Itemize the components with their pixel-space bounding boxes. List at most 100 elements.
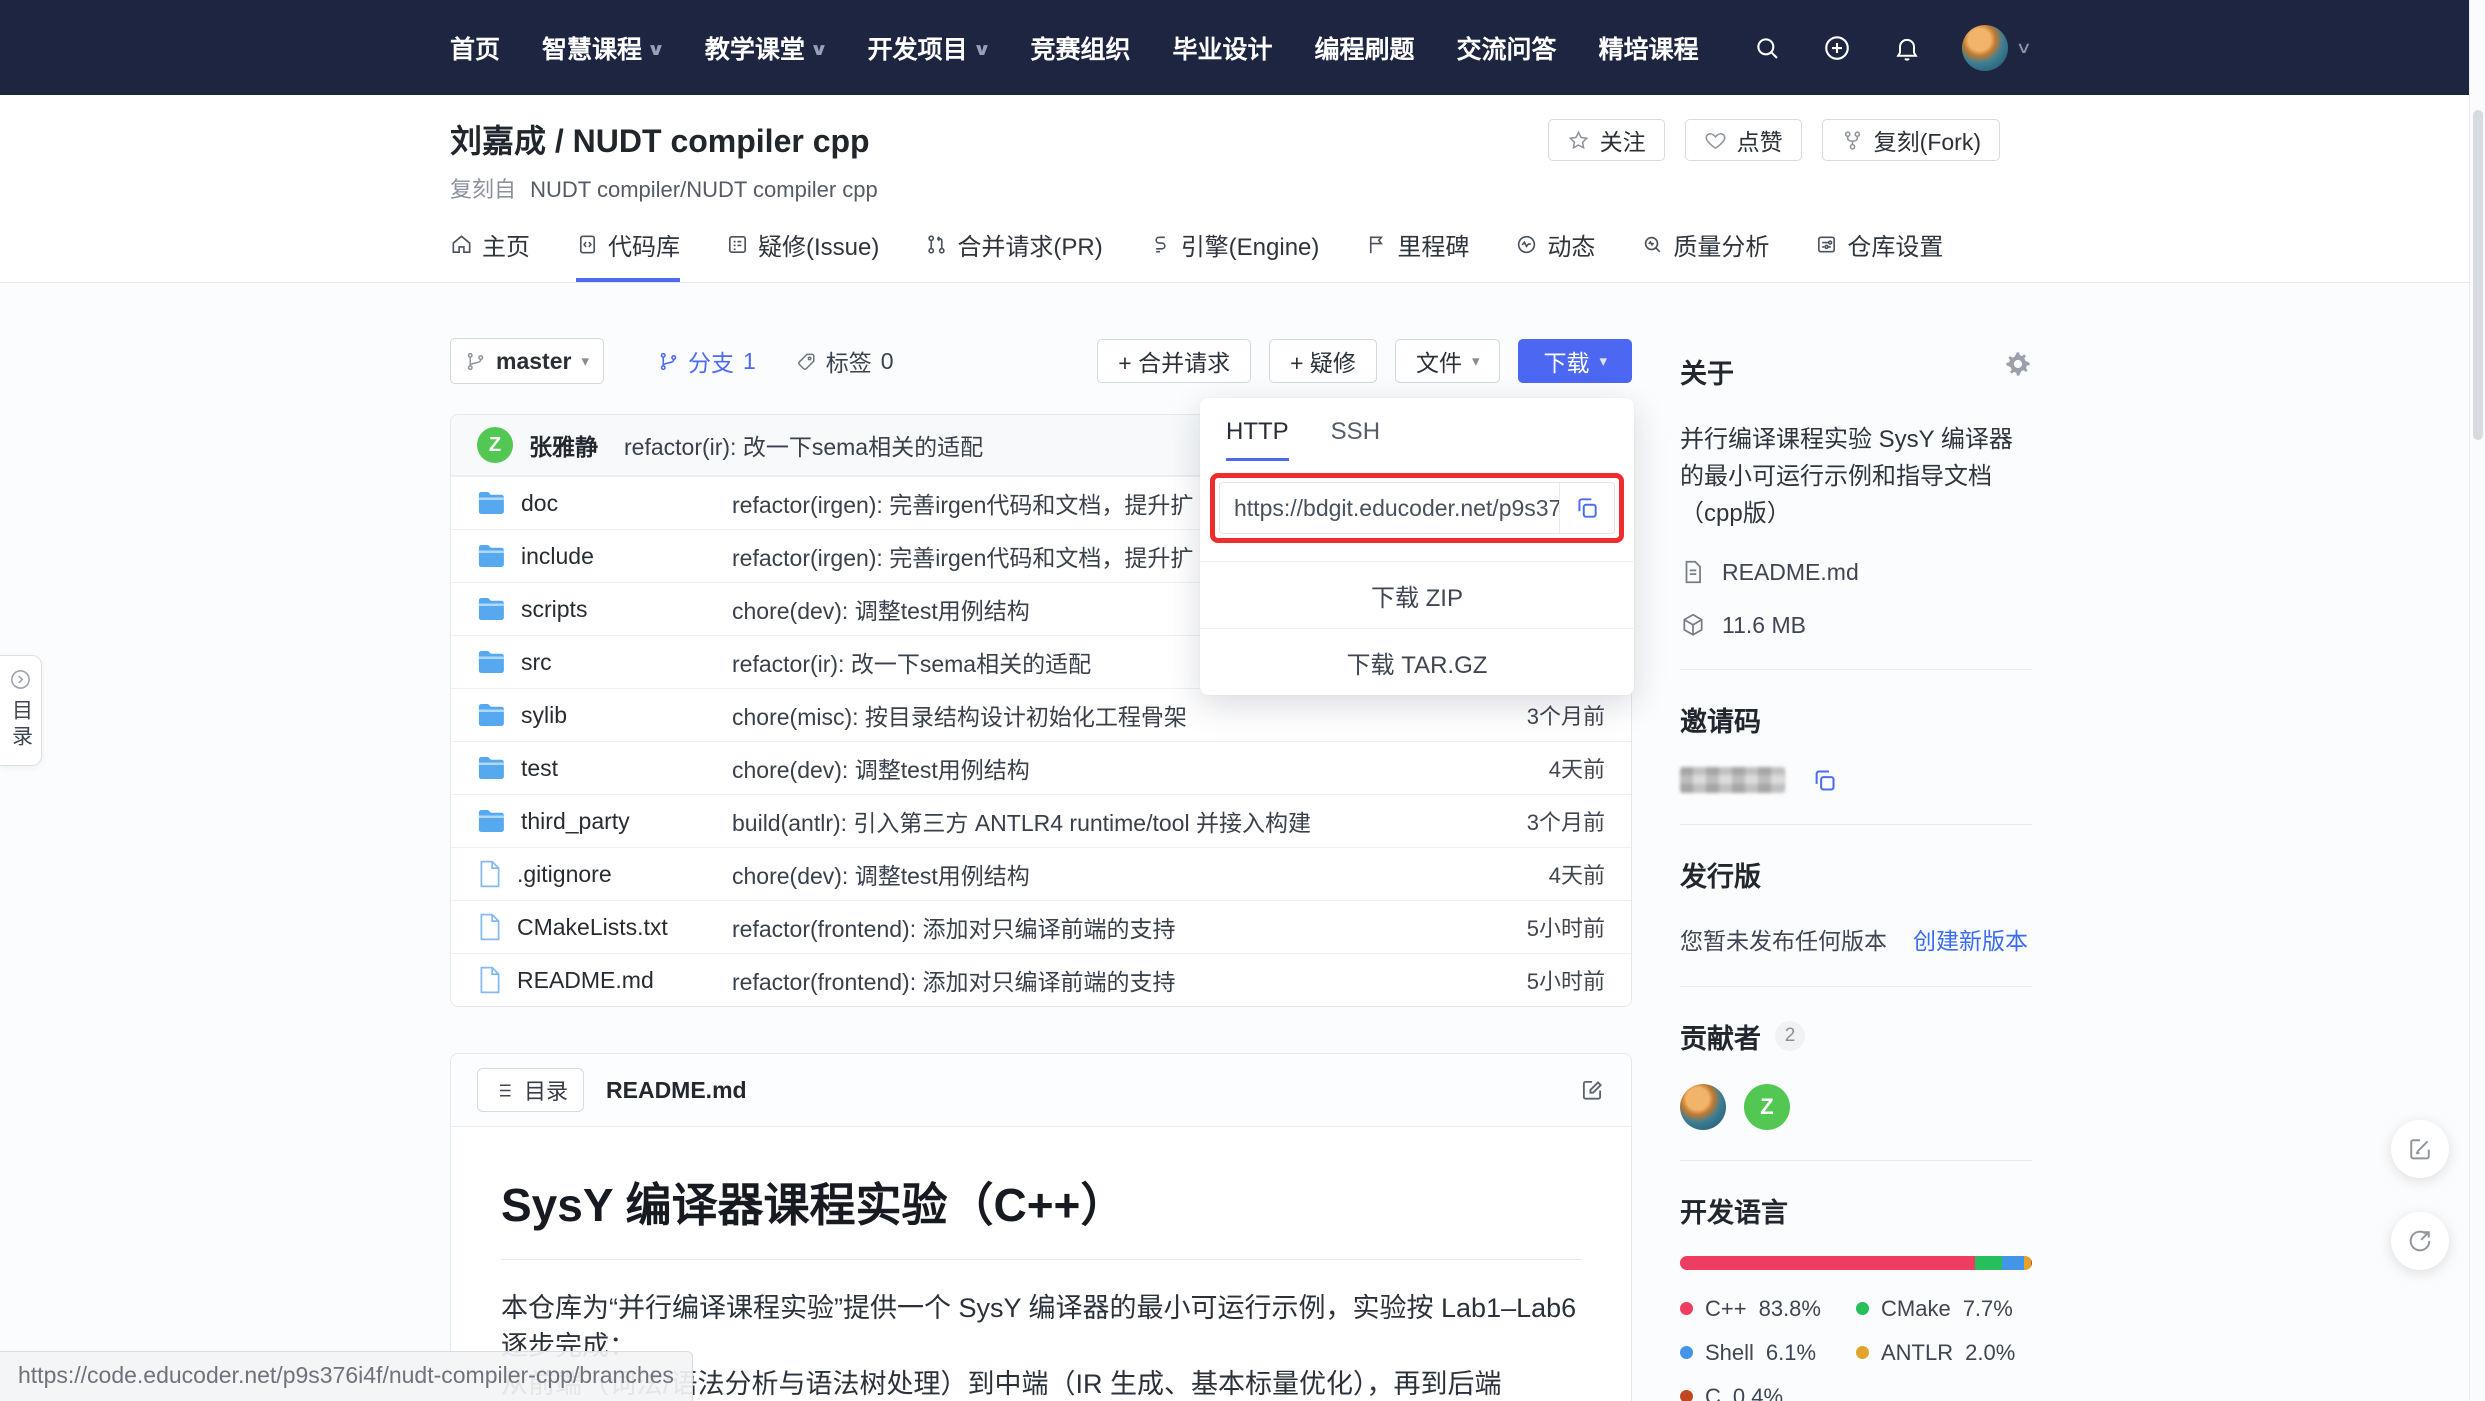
table-row[interactable]: test chore(dev): 调整test用例结构 4天前 bbox=[451, 741, 1631, 794]
file-name: test bbox=[521, 755, 558, 782]
file-commit-message[interactable]: chore(dev): 调整test用例结构 bbox=[732, 751, 1475, 785]
tab-quality[interactable]: 质量分析 bbox=[1641, 227, 1769, 282]
fork-source-link[interactable]: NUDT compiler/NUDT compiler cpp bbox=[530, 177, 878, 202]
folder-icon bbox=[477, 649, 507, 675]
table-row[interactable]: .gitignore chore(dev): 调整test用例结构 4天前 bbox=[451, 847, 1631, 900]
download-zip-item[interactable]: 下载 ZIP bbox=[1200, 561, 1634, 628]
file-name: README.md bbox=[517, 967, 654, 994]
file-commit-time: 5小时前 bbox=[1475, 911, 1605, 943]
search-icon[interactable] bbox=[1752, 33, 1782, 63]
nav-item[interactable]: 开发项目 ∨ bbox=[868, 30, 989, 66]
table-row[interactable]: README.md refactor(frontend): 添加对只编译前端的支… bbox=[451, 953, 1631, 1006]
readme-link[interactable]: README.md bbox=[1680, 559, 2032, 586]
nav-item[interactable]: 精培课程 ∨ bbox=[1599, 30, 1699, 66]
tab-engine[interactable]: 引擎(Engine) bbox=[1149, 227, 1320, 282]
nav-item[interactable]: 智慧课程 ∨ bbox=[542, 30, 663, 66]
fork-button[interactable]: 复刻(Fork) bbox=[1822, 119, 2000, 161]
home-icon bbox=[450, 233, 473, 256]
file-commit-message[interactable]: chore(dev): 调整test用例结构 bbox=[732, 857, 1475, 891]
table-row[interactable]: CMakeLists.txt refactor(frontend): 添加对只编… bbox=[451, 900, 1631, 953]
tab-settings[interactable]: 仓库设置 bbox=[1815, 227, 1943, 282]
toc-side-tab[interactable]: 目录 bbox=[0, 655, 42, 766]
about-section: 关于 并行编译课程实验 SysY 编译器的最小可运行示例和指导文档（cpp版） … bbox=[1680, 352, 2032, 670]
nav-item-label: 交流问答 bbox=[1457, 30, 1557, 66]
contributors-section: 贡献者 2 Z bbox=[1680, 1017, 2032, 1161]
file-commit-message[interactable]: build(antlr): 引入第三方 ANTLR4 runtime/tool … bbox=[732, 804, 1475, 838]
scrollbar[interactable] bbox=[2469, 0, 2485, 1401]
nav-item[interactable]: 首页 ∨ bbox=[450, 30, 500, 66]
file-commit-message[interactable]: refactor(frontend): 添加对只编译前端的支持 bbox=[732, 910, 1475, 944]
contributor-avatar-photo[interactable] bbox=[1680, 1084, 1726, 1130]
file-name: include bbox=[521, 543, 594, 570]
language-name: Shell bbox=[1705, 1340, 1754, 1366]
fork-info: 复刻自 NUDT compiler/NUDT compiler cpp bbox=[450, 177, 2470, 203]
tab-home[interactable]: 主页 bbox=[450, 227, 530, 282]
file-name: third_party bbox=[521, 808, 630, 835]
new-pr-button[interactable]: + 合并请求 bbox=[1097, 339, 1251, 383]
tab-pull-requests[interactable]: 合并请求(PR) bbox=[925, 227, 1102, 282]
file-name: sylib bbox=[521, 702, 567, 729]
avatar[interactable] bbox=[1962, 25, 2008, 71]
watch-button[interactable]: 关注 bbox=[1548, 119, 1665, 161]
new-pr-label: + 合并请求 bbox=[1118, 344, 1230, 378]
invite-code-blurred bbox=[1680, 767, 1785, 793]
contributor-avatar-letter[interactable]: Z bbox=[1744, 1084, 1790, 1130]
readme-filename: README.md bbox=[606, 1077, 747, 1104]
gear-icon[interactable] bbox=[2004, 350, 2032, 378]
pull-request-icon bbox=[925, 233, 948, 256]
file-commit-message[interactable]: chore(misc): 按目录结构设计初始化工程骨架 bbox=[732, 698, 1475, 732]
branches-stat[interactable]: 分支 1 bbox=[658, 344, 756, 378]
nav-item-label: 竞赛组织 bbox=[1031, 30, 1131, 66]
user-menu[interactable]: ∨ bbox=[1962, 25, 2030, 71]
clone-url-box: https://bdgit.educoder.net/p9s376i4 bbox=[1219, 482, 1615, 534]
create-release-link[interactable]: 创建新版本 bbox=[1913, 922, 2028, 956]
divider bbox=[1680, 1160, 2032, 1161]
heart-icon bbox=[1704, 129, 1727, 152]
languages-title: 开发语言 bbox=[1680, 1191, 2032, 1230]
edit-icon[interactable] bbox=[1579, 1077, 1605, 1103]
tab-code[interactable]: 代码库 bbox=[576, 227, 680, 282]
branch-selector[interactable]: master ▾ bbox=[450, 338, 604, 384]
tags-stat[interactable]: 标签 0 bbox=[796, 344, 894, 378]
repo-size: 11.6 MB bbox=[1680, 612, 2032, 639]
download-targz-item[interactable]: 下载 TAR.GZ bbox=[1200, 628, 1634, 695]
commit-message[interactable]: refactor(ir): 改一下sema相关的适配 bbox=[624, 428, 983, 462]
tab-issues[interactable]: 疑修(Issue) bbox=[726, 227, 879, 282]
language-legend-item: CMake 7.7% bbox=[1856, 1296, 2032, 1322]
table-row[interactable]: third_party build(antlr): 引入第三方 ANTLR4 r… bbox=[451, 794, 1631, 847]
copy-url-button[interactable] bbox=[1559, 483, 1614, 533]
tab-label: 主页 bbox=[482, 227, 530, 262]
nav-item-label: 编程刷题 bbox=[1315, 30, 1415, 66]
chevron-down-icon: ▾ bbox=[1472, 352, 1480, 370]
copy-icon[interactable] bbox=[1811, 767, 1838, 794]
like-button[interactable]: 点赞 bbox=[1685, 119, 1802, 161]
nav-item[interactable]: 编程刷题 ∨ bbox=[1315, 30, 1415, 66]
nav-item[interactable]: 竞赛组织 ∨ bbox=[1031, 30, 1131, 66]
clone-url-input[interactable]: https://bdgit.educoder.net/p9s376i4 bbox=[1220, 483, 1559, 533]
nav-item[interactable]: 毕业设计 ∨ bbox=[1173, 30, 1273, 66]
scrollbar-thumb[interactable] bbox=[2473, 110, 2483, 440]
file-icon bbox=[477, 860, 503, 888]
download-button[interactable]: 下载 ▾ bbox=[1518, 339, 1632, 383]
committer-name[interactable]: 张雅静 bbox=[529, 428, 598, 462]
feedback-float-button[interactable] bbox=[2391, 1120, 2449, 1178]
tab-http[interactable]: HTTP bbox=[1226, 418, 1289, 461]
committer-avatar[interactable]: Z bbox=[477, 427, 513, 463]
highlight-annotation: https://bdgit.educoder.net/p9s376i4 bbox=[1210, 473, 1624, 543]
readme-title: SysY 编译器课程实验（C++） bbox=[501, 1169, 1581, 1260]
nav-item[interactable]: 交流问答 ∨ bbox=[1457, 30, 1557, 66]
bell-icon[interactable] bbox=[1892, 33, 1922, 63]
toc-button[interactable]: 目录 bbox=[477, 1068, 584, 1112]
tab-ssh[interactable]: SSH bbox=[1331, 418, 1380, 461]
file-menu-button[interactable]: 文件 ▾ bbox=[1395, 339, 1501, 383]
share-float-button[interactable] bbox=[2391, 1212, 2449, 1270]
language-name: CMake bbox=[1881, 1296, 1951, 1322]
file-commit-message[interactable]: refactor(frontend): 添加对只编译前端的支持 bbox=[732, 963, 1475, 997]
table-row[interactable]: sylib chore(misc): 按目录结构设计初始化工程骨架 3个月前 bbox=[451, 688, 1631, 741]
new-issue-button[interactable]: + 疑修 bbox=[1269, 339, 1377, 383]
tab-activity[interactable]: 动态 bbox=[1515, 227, 1595, 282]
nav-item[interactable]: 教学课堂 ∨ bbox=[705, 30, 826, 66]
language-dot bbox=[1680, 1390, 1693, 1401]
tab-milestones[interactable]: 里程碑 bbox=[1365, 227, 1469, 282]
plus-circle-icon[interactable] bbox=[1822, 33, 1852, 63]
